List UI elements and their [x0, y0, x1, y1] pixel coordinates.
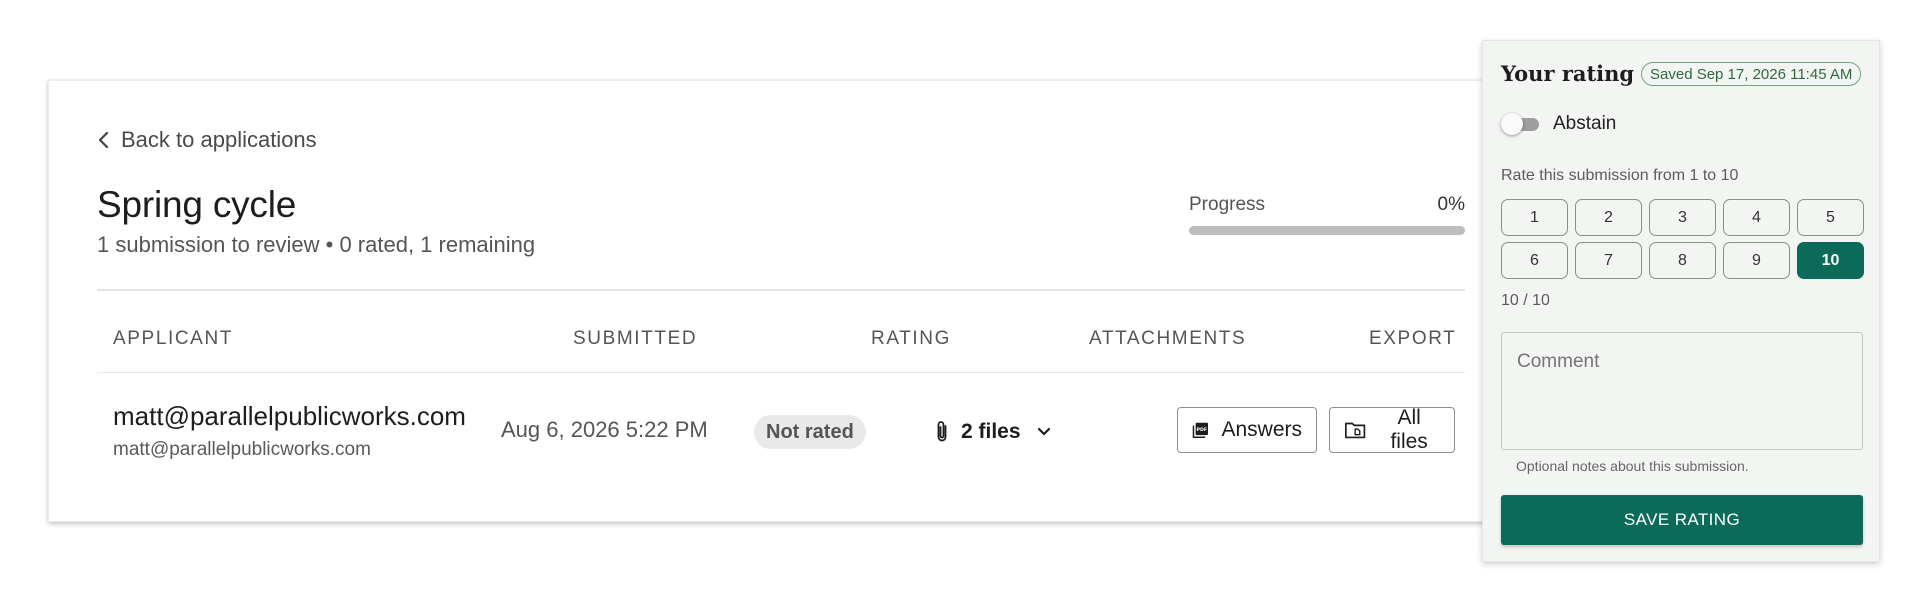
- score-button-9[interactable]: 9: [1723, 242, 1790, 279]
- progress-bar: [1189, 226, 1465, 235]
- score-button-2[interactable]: 2: [1575, 199, 1642, 236]
- score-grid: 1 2 3 4 5 6 7 8 9 10: [1501, 199, 1864, 279]
- rating-panel-title: Your rating: [1501, 61, 1635, 86]
- comment-helper-text: Optional notes about this submission.: [1516, 458, 1749, 474]
- score-button-4[interactable]: 4: [1723, 199, 1790, 236]
- comment-field[interactable]: [1501, 332, 1863, 450]
- page-title: Spring cycle: [97, 184, 297, 225]
- svg-text:PDF: PDF: [1197, 427, 1208, 433]
- saved-status-chip: Saved Sep 17, 2026 11:45 AM: [1641, 62, 1862, 86]
- chevron-left-icon: [98, 131, 109, 149]
- score-button-5[interactable]: 5: [1797, 199, 1864, 236]
- back-link-label: Back to applications: [121, 127, 317, 152]
- score-readout: 10 / 10: [1501, 292, 1550, 309]
- export-answers-button[interactable]: PDF Answers: [1177, 407, 1317, 453]
- column-header-export: EXPORT: [1369, 328, 1457, 349]
- rating-panel: Your rating Saved Sep 17, 2026 11:45 AM …: [1482, 40, 1880, 562]
- score-button-6[interactable]: 6: [1501, 242, 1568, 279]
- column-header-applicant: APPLICANT: [113, 328, 233, 349]
- header-divider: [97, 289, 1465, 291]
- pdf-icon: PDF: [1192, 422, 1209, 439]
- toggle-knob: [1501, 113, 1523, 135]
- chevron-down-icon: [1037, 427, 1050, 436]
- progress-block: Progress 0%: [1189, 194, 1465, 235]
- score-button-10[interactable]: 10: [1797, 242, 1864, 279]
- export-all-files-label: All files: [1390, 406, 1428, 453]
- score-button-8[interactable]: 8: [1649, 242, 1716, 279]
- back-to-applications-link[interactable]: Back to applications: [97, 125, 317, 155]
- abstain-toggle[interactable]: Abstain: [1501, 113, 1616, 135]
- score-button-1[interactable]: 1: [1501, 199, 1568, 236]
- attachments-count: 2 files: [961, 420, 1021, 443]
- score-button-7[interactable]: 7: [1575, 242, 1642, 279]
- folder-icon: [1345, 422, 1366, 439]
- applications-card: Back to applications Spring cycle 1 subm…: [48, 80, 1488, 522]
- column-header-submitted: SUBMITTED: [573, 328, 698, 349]
- column-header-attachments: ATTACHMENTS: [1089, 328, 1247, 349]
- table-header-divider: [97, 372, 1465, 373]
- abstain-label: Abstain: [1553, 113, 1617, 134]
- column-header-rating: RATING: [871, 328, 951, 349]
- progress-label: Progress: [1189, 194, 1266, 215]
- attachments-dropdown[interactable]: 2 files: [933, 414, 1053, 450]
- progress-percent: 0%: [1437, 194, 1465, 215]
- page-subtitle: 1 submission to review • 0 rated, 1 rema…: [97, 232, 536, 257]
- export-all-files-button[interactable]: All files: [1329, 406, 1455, 453]
- export-answers-label: Answers: [1221, 418, 1302, 441]
- applicant-email: matt@parallelpublicworks.com: [113, 401, 466, 431]
- toggle-switch[interactable]: [1501, 113, 1539, 135]
- rating-status-badge: Not rated: [754, 415, 866, 449]
- save-rating-button[interactable]: SAVE RATING: [1501, 495, 1863, 545]
- rate-prompt: Rate this submission from 1 to 10: [1501, 167, 1739, 184]
- submitted-date: Aug 6, 2026 5:22 PM: [501, 417, 708, 442]
- applicant-email-secondary: matt@parallelpublicworks.com: [113, 439, 371, 460]
- score-button-3[interactable]: 3: [1649, 199, 1716, 236]
- paperclip-icon: [937, 421, 947, 442]
